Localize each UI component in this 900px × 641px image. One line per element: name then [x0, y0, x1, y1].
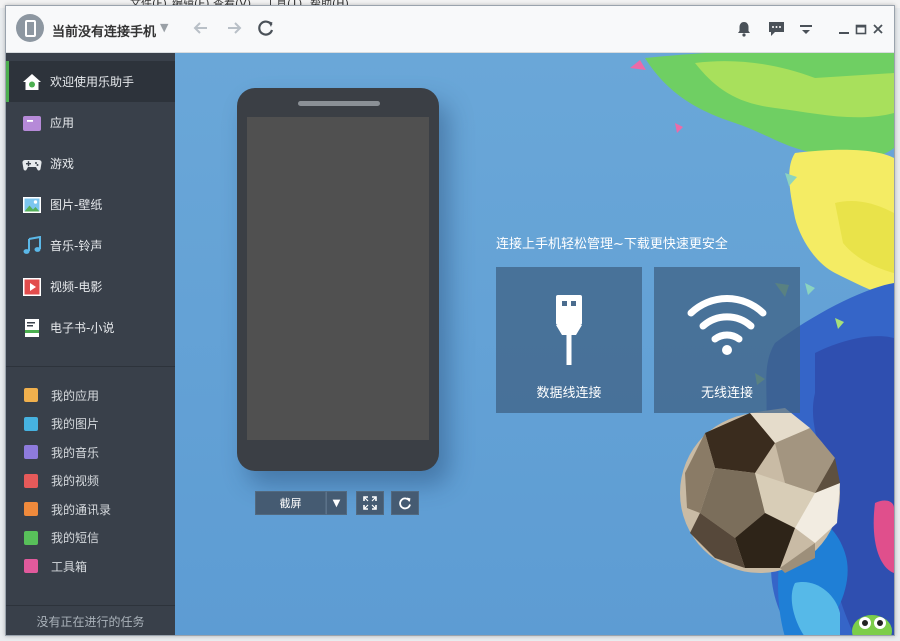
sidebar-item-my-music[interactable]: 我的音乐 [6, 438, 175, 466]
music-icon [23, 235, 41, 254]
sidebar-item-label: 电子书-小说 [50, 321, 115, 335]
main-content: 截屏 ▼ 连接上手机轻松管理~下载更快速更安全 数据线连接 无线连接 [175, 53, 894, 635]
apps-icon [23, 115, 41, 131]
sidebar-item-my-sms[interactable]: 我的短信 [6, 524, 175, 552]
phone-preview [237, 88, 439, 471]
picture-icon [23, 196, 41, 213]
rotate-button[interactable] [391, 491, 419, 515]
sidebar-item-label: 我的通讯录 [51, 502, 112, 517]
wifi-icon [687, 295, 767, 355]
sidebar-item-label: 我的应用 [51, 388, 100, 403]
sidebar-item-wallpaper[interactable]: 图片-壁纸 [6, 184, 175, 225]
usb-cable-icon [556, 295, 582, 365]
video-icon [23, 277, 41, 296]
gamepad-icon [22, 159, 42, 170]
chevron-down-icon: ▼ [332, 497, 341, 509]
sidebar-item-label: 欢迎使用乐助手 [50, 75, 135, 89]
sidebar: 欢迎使用乐助手 应用 游戏 图片-壁纸 音乐-铃声 视频-电影 电子书-小说 我… [6, 53, 175, 635]
fullscreen-icon [363, 496, 377, 510]
bell-icon[interactable] [734, 19, 754, 39]
refresh-icon [399, 497, 411, 510]
chevron-down-icon[interactable]: ▼ [160, 21, 168, 34]
sidebar-item-music[interactable]: 音乐-铃声 [6, 225, 175, 266]
app-window: 当前没有连接手机 ▼ 欢迎使用乐助手 应用 游戏 图片-壁纸 音乐-铃声 视频-… [5, 5, 895, 636]
refresh-icon[interactable] [256, 18, 276, 41]
sidebar-item-label: 图片-壁纸 [50, 198, 103, 212]
phone-screen [247, 117, 429, 440]
back-icon[interactable] [191, 18, 211, 41]
sidebar-item-label: 游戏 [50, 157, 75, 171]
sidebar-item-my-pictures[interactable]: 我的图片 [6, 410, 175, 438]
sidebar-item-video[interactable]: 视频-电影 [6, 266, 175, 307]
ebook-icon [25, 318, 39, 337]
contacts-icon [24, 502, 38, 516]
sidebar-item-games[interactable]: 游戏 [6, 143, 175, 184]
sidebar-item-my-contacts[interactable]: 我的通讯录 [6, 495, 175, 523]
sidebar-item-label: 应用 [50, 116, 75, 130]
wifi-connect-label: 无线连接 [700, 386, 753, 401]
sidebar-item-label: 我的视频 [51, 474, 100, 488]
sidebar-item-ebook[interactable]: 电子书-小说 [6, 307, 175, 348]
sidebar-item-label: 我的图片 [51, 417, 100, 431]
home-icon [23, 73, 41, 90]
sidebar-item-label: 工具箱 [51, 559, 88, 574]
sidebar-item-welcome[interactable]: 欢迎使用乐助手 [6, 61, 175, 102]
sidebar-divider [6, 366, 175, 367]
apps-square-icon [24, 388, 38, 402]
connect-tagline: 连接上手机轻松管理~下载更快速更安全 [496, 237, 728, 252]
sidebar-item-label: 我的短信 [51, 531, 100, 545]
picture-square-icon [24, 416, 38, 431]
task-status: 没有正在进行的任务 [6, 605, 175, 635]
music-square-icon [24, 445, 38, 459]
sidebar-item-apps[interactable]: 应用 [6, 102, 175, 143]
sidebar-item-label: 视频-电影 [50, 280, 103, 294]
menu-icon[interactable] [796, 19, 816, 39]
sidebar-item-my-videos[interactable]: 我的视频 [6, 467, 175, 495]
fullscreen-button[interactable] [356, 491, 384, 515]
sidebar-item-my-apps[interactable]: 我的应用 [6, 381, 175, 409]
forward-icon[interactable] [224, 18, 244, 41]
video-square-icon [24, 473, 38, 488]
sidebar-item-label: 音乐-铃声 [50, 239, 103, 253]
device-status-label[interactable]: 当前没有连接手机 [52, 21, 156, 40]
sidebar-item-label: 我的音乐 [51, 445, 100, 460]
close-icon[interactable] [868, 19, 888, 39]
screenshot-options-button[interactable]: ▼ [326, 491, 347, 515]
screenshot-button[interactable]: 截屏 [255, 491, 326, 515]
phone-status-icon[interactable] [16, 14, 44, 42]
toolbox-icon [24, 559, 38, 573]
chat-icon[interactable] [766, 19, 786, 39]
usb-connect-label: 数据线连接 [536, 386, 602, 401]
wifi-connect-card[interactable]: 无线连接 [654, 267, 800, 413]
title-bar: 当前没有连接手机 ▼ [6, 6, 894, 53]
sidebar-item-toolbox[interactable]: 工具箱 [6, 552, 175, 580]
usb-connect-card[interactable]: 数据线连接 [496, 267, 642, 413]
phone-speaker [298, 101, 380, 106]
sms-icon [24, 530, 38, 545]
